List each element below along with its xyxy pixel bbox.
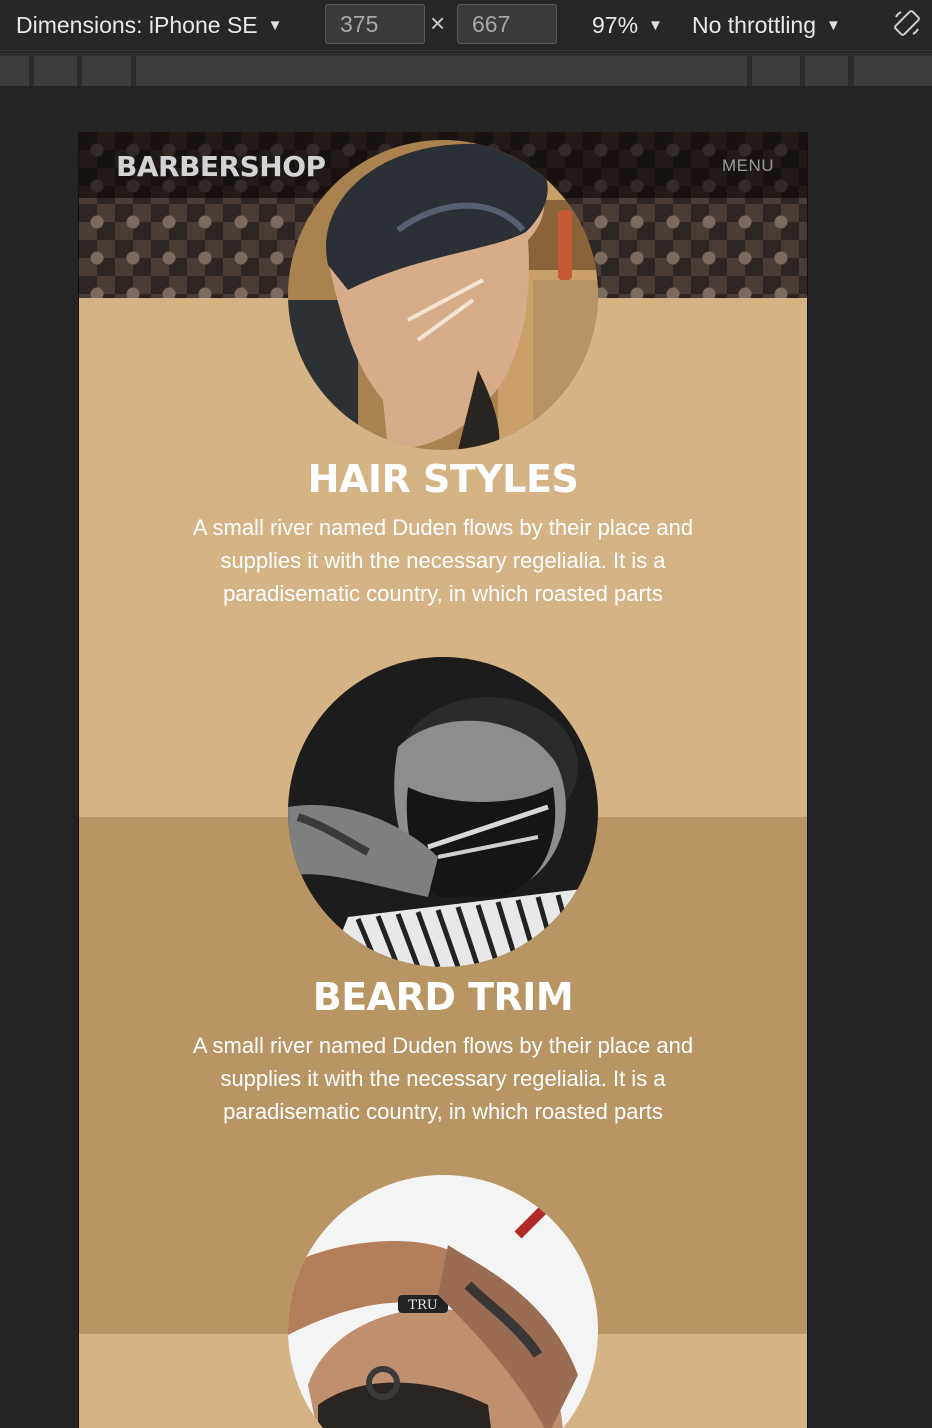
- ruler-segment[interactable]: [136, 56, 747, 86]
- caret-down-icon: ▼: [826, 16, 841, 34]
- rotate-device-icon[interactable]: [892, 8, 922, 38]
- ruler-segment[interactable]: [752, 56, 800, 86]
- ruler-segment[interactable]: [34, 56, 77, 86]
- hair-styles-image: [288, 140, 598, 450]
- service-title: BEARD TRIM: [312, 975, 574, 1019]
- zoom-selector[interactable]: 97% ▼: [592, 0, 663, 50]
- ruler-segment[interactable]: [805, 56, 848, 86]
- service-title: HAIR STYLES: [307, 457, 579, 501]
- razor-brand-text: TRU: [408, 1298, 437, 1313]
- zoom-label: 97%: [592, 11, 639, 38]
- throttle-label: No throttling: [692, 11, 817, 38]
- menu-button[interactable]: MENU: [722, 156, 774, 176]
- dimension-separator: ×: [430, 8, 446, 38]
- ruler-segment[interactable]: [854, 56, 932, 86]
- media-query-ruler: [0, 52, 932, 86]
- service-description: A small river named Duden flows by their…: [192, 1033, 694, 1124]
- height-input[interactable]: 667: [457, 4, 557, 44]
- width-input[interactable]: 375: [325, 4, 425, 44]
- device-viewport: HAIR STYLES A small river named Duden fl…: [78, 132, 808, 1428]
- device-selector[interactable]: Dimensions: iPhone SE ▼: [16, 0, 282, 50]
- caret-down-icon: ▼: [648, 16, 663, 34]
- service-description: A small river named Duden flows by their…: [192, 515, 694, 606]
- devtools-toolbar: Dimensions: iPhone SE ▼ 375 × 667 97% ▼ …: [0, 0, 932, 51]
- caret-down-icon: ▼: [267, 16, 283, 34]
- device-label: Dimensions: iPhone SE: [16, 11, 258, 38]
- ruler-segment[interactable]: [0, 56, 29, 86]
- throttle-selector[interactable]: No throttling ▼: [692, 0, 841, 50]
- ruler-segment[interactable]: [82, 56, 131, 86]
- beard-trim-image: [288, 657, 598, 967]
- brand-logo[interactable]: BARBERSHOP: [116, 150, 326, 183]
